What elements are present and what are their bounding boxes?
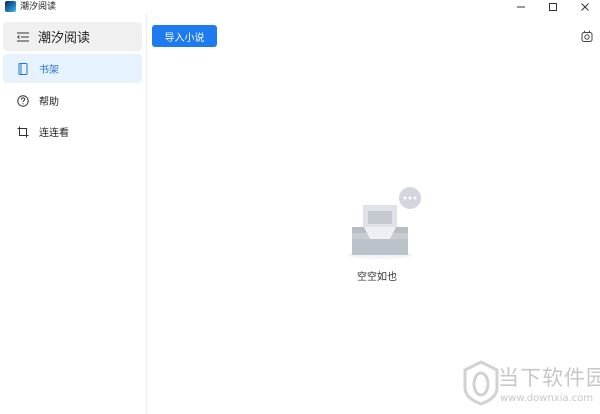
watermark: 当下软件园 www.downxia.com <box>462 360 600 410</box>
app-logo-icon <box>5 1 16 12</box>
minimize-icon <box>517 6 525 8</box>
title-bar: 潮汐阅读 <box>0 0 600 14</box>
sidebar-header-label: 潮汐阅读 <box>38 31 91 46</box>
crop-icon <box>17 126 29 138</box>
watermark-logo-icon <box>463 360 499 406</box>
sidebar-item-label: 帮助 <box>39 97 59 108</box>
sidebar-item-lianliankan[interactable]: 连连看 <box>3 117 142 146</box>
theme-toggle-icon <box>581 30 593 42</box>
maximize-icon <box>549 3 557 11</box>
help-icon <box>17 94 29 107</box>
theme-toggle-button[interactable] <box>580 30 594 44</box>
watermark-url: www.downxia.com <box>500 393 594 404</box>
sidebar-header[interactable]: 潮汐阅读 <box>3 22 142 51</box>
sidebar: 潮汐阅读 书架 帮助 连连看 <box>0 14 147 414</box>
minimize-button[interactable] <box>509 0 533 14</box>
sidebar-item-bookshelf[interactable]: 书架 <box>3 54 142 83</box>
maximize-button[interactable] <box>541 0 565 14</box>
sidebar-item-label: 书架 <box>39 65 59 76</box>
close-button[interactable] <box>573 0 597 14</box>
import-novel-button[interactable]: 导入小说 <box>152 25 217 47</box>
menu-collapse-icon[interactable] <box>17 32 29 42</box>
sidebar-item-label: 连连看 <box>39 128 69 139</box>
book-icon <box>17 62 29 75</box>
close-icon <box>581 3 589 11</box>
window-title: 潮汐阅读 <box>20 2 57 12</box>
sidebar-item-help[interactable]: 帮助 <box>3 86 142 115</box>
watermark-title: 当下软件园 <box>498 366 600 390</box>
empty-inbox-icon <box>348 187 421 259</box>
empty-state-message: 空空如也 <box>357 272 397 283</box>
